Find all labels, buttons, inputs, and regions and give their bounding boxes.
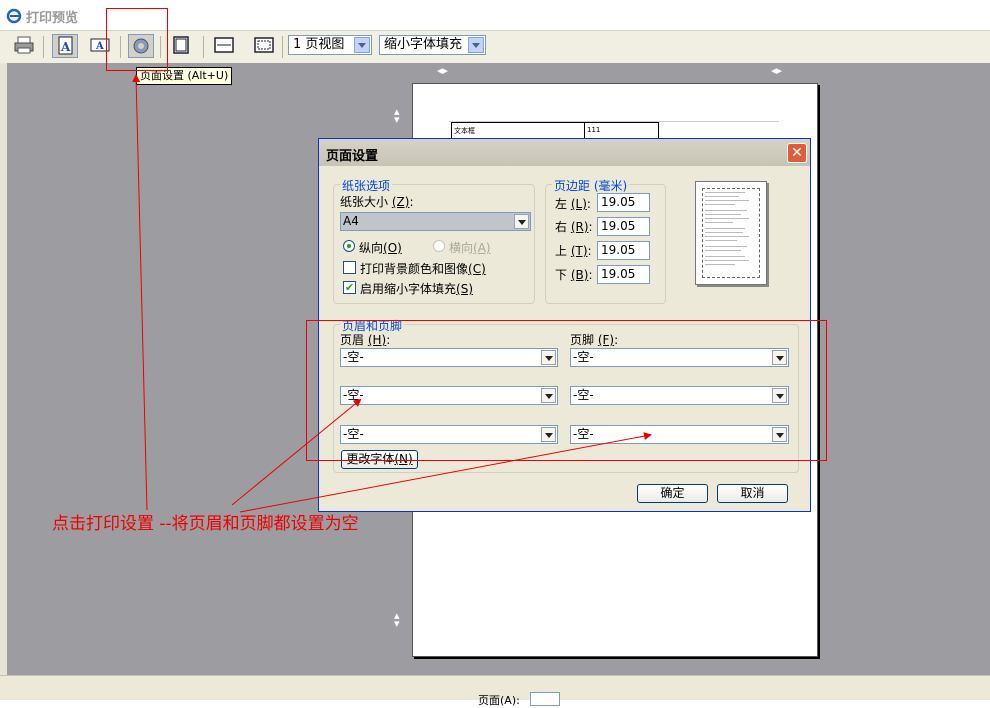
annotation-text: 点击打印设置 --将页眉和页脚都设置为空: [52, 514, 359, 534]
annotation-arrows: [132, 74, 652, 513]
